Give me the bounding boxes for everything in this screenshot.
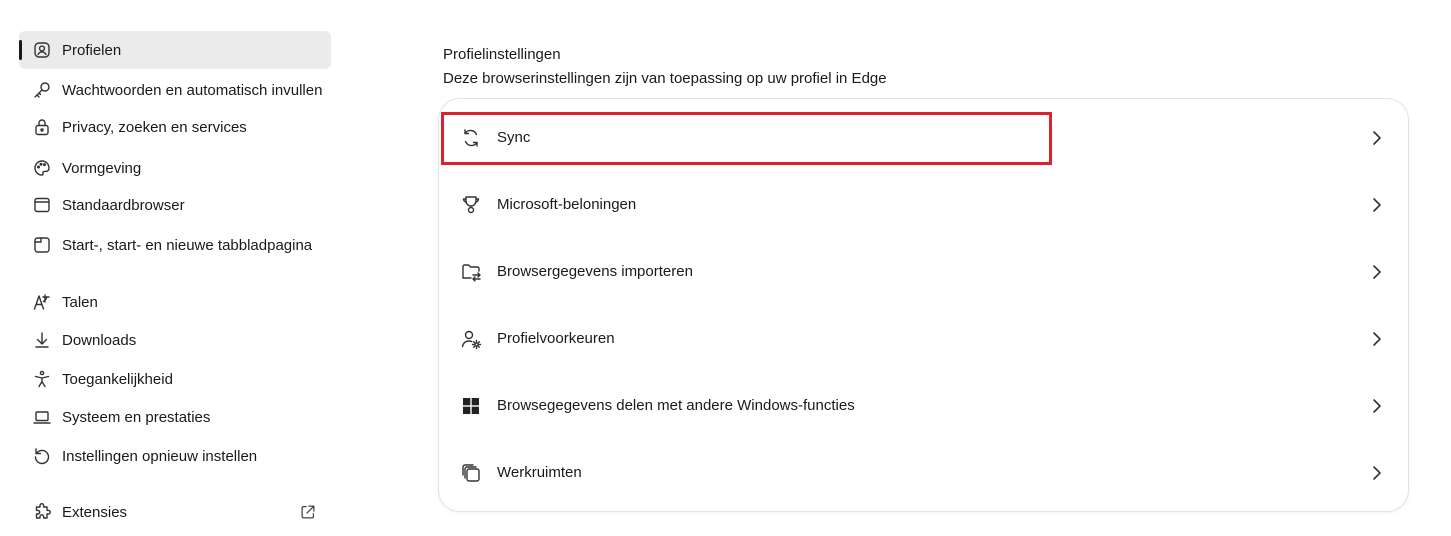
sidebar-item-talen[interactable]: Talen: [19, 283, 331, 321]
sidebar-item-vormgeving[interactable]: Vormgeving: [19, 149, 331, 187]
palette-icon: [31, 157, 53, 179]
chevron-right-icon: [1370, 330, 1384, 348]
sidebar-item-label: Talen: [62, 293, 98, 311]
download-icon: [31, 329, 53, 351]
sidebar-item-label: Start-, start- en nieuwe tabbladpagina: [62, 236, 313, 254]
tab-page-icon: [31, 234, 53, 256]
row-profielvoorkeuren[interactable]: Profielvoorkeuren: [439, 305, 1410, 372]
sidebar-item-label: Instellingen opnieuw instellen: [62, 447, 258, 465]
row-label: Browsergegevens importeren: [497, 263, 693, 280]
sidebar-item-extensies[interactable]: Extensies: [19, 493, 331, 531]
profile-settings-card: Sync Microsoft-beloningen Browsergegeven…: [438, 98, 1409, 512]
settings-sidebar: Profielen Wachtwoorden en automatisch in…: [0, 0, 345, 536]
chevron-right-icon: [1370, 397, 1384, 415]
workspaces-icon: [459, 461, 483, 485]
sidebar-item-wachtwoorden[interactable]: Wachtwoorden en automatisch invullen: [19, 71, 331, 109]
row-browsergegevens-importeren[interactable]: Browsergegevens importeren: [439, 238, 1410, 305]
row-werkruimten[interactable]: Werkruimten: [439, 439, 1410, 506]
profile-settings-icon: [459, 327, 483, 351]
laptop-icon: [31, 406, 53, 428]
row-label: Sync: [497, 129, 531, 146]
sidebar-item-label: Downloads: [62, 331, 137, 349]
row-windows-functies[interactable]: Browsegegevens delen met andere Windows-…: [439, 372, 1410, 439]
chevron-right-icon: [1370, 464, 1384, 482]
sidebar-item-label: Vormgeving: [62, 159, 142, 177]
row-label: Microsoft-beloningen: [497, 196, 637, 213]
row-microsoft-beloningen[interactable]: Microsoft-beloningen: [439, 171, 1410, 238]
sidebar-item-label: Wachtwoorden en automatisch invullen: [62, 81, 323, 99]
browser-window-icon: [31, 194, 53, 216]
puzzle-icon: [31, 501, 53, 523]
import-folder-icon: [459, 260, 483, 284]
sidebar-item-label: Systeem en prestaties: [62, 408, 211, 426]
chevron-right-icon: [1370, 129, 1384, 147]
key-icon: [31, 79, 53, 101]
row-label: Profielvoorkeuren: [497, 330, 615, 347]
sidebar-item-standaardbrowser[interactable]: Standaardbrowser: [19, 186, 331, 224]
external-link-icon[interactable]: [298, 502, 318, 522]
sidebar-item-toegankelijkheid[interactable]: Toegankelijkheid: [19, 360, 331, 398]
sidebar-item-downloads[interactable]: Downloads: [19, 321, 331, 359]
sidebar-item-label: Toegankelijkheid: [62, 370, 173, 388]
sidebar-item-systeem[interactable]: Systeem en prestaties: [19, 398, 331, 436]
active-indicator: [19, 40, 22, 60]
chevron-right-icon: [1370, 263, 1384, 281]
accessibility-icon: [31, 368, 53, 390]
chevron-right-icon: [1370, 196, 1384, 214]
windows-icon: [459, 394, 483, 418]
row-label: Werkruimten: [497, 464, 582, 481]
reset-icon: [31, 445, 53, 467]
trophy-icon: [459, 193, 483, 217]
sidebar-item-profielen[interactable]: Profielen: [19, 31, 331, 69]
sidebar-item-reset[interactable]: Instellingen opnieuw instellen: [19, 437, 331, 475]
sidebar-item-label: Standaardbrowser: [62, 196, 185, 214]
page-subtitle: Deze browserinstellingen zijn van toepas…: [443, 70, 887, 87]
sidebar-item-label: Privacy, zoeken en services: [62, 118, 247, 136]
row-label: Browsegegevens delen met andere Windows-…: [497, 397, 855, 414]
language-icon: [31, 291, 53, 313]
row-sync[interactable]: Sync: [439, 104, 1410, 171]
sync-icon: [459, 126, 483, 150]
sidebar-item-label: Extensies: [62, 503, 128, 521]
profile-icon: [31, 39, 53, 61]
lock-icon: [31, 116, 53, 138]
sidebar-item-privacy[interactable]: Privacy, zoeken en services: [19, 108, 331, 146]
sidebar-item-startpagina[interactable]: Start-, start- en nieuwe tabbladpagina: [19, 226, 331, 264]
sidebar-item-label: Profielen: [62, 41, 122, 59]
page-title: Profielinstellingen: [443, 46, 561, 63]
